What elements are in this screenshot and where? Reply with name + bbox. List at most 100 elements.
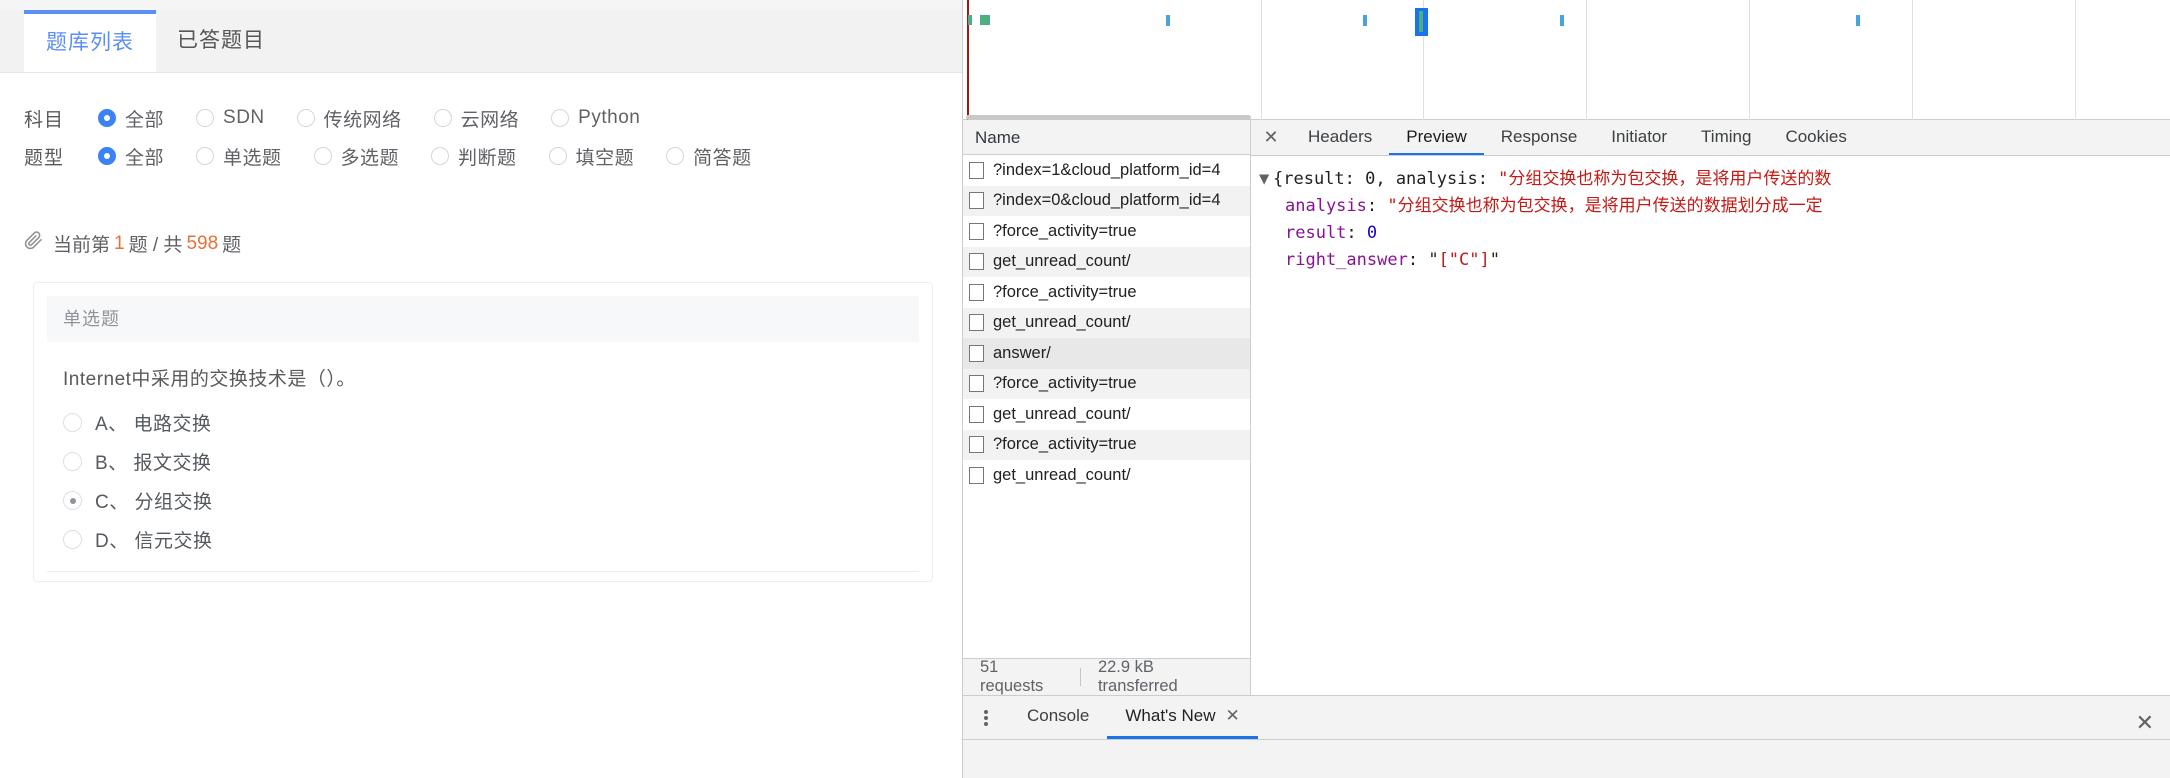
- detail-tab-bar: ✕ Headers Preview Response Initiator Tim…: [1251, 120, 2170, 156]
- radio-type-fill-blank[interactable]: 填空题: [548, 143, 635, 170]
- tab-timing[interactable]: Timing: [1684, 120, 1768, 155]
- radio-label: 单选题: [223, 147, 282, 169]
- tab-console[interactable]: Console: [1009, 696, 1107, 739]
- radio-subject-all[interactable]: 全部: [98, 105, 164, 132]
- checkbox-icon[interactable]: [969, 192, 984, 210]
- checkbox-icon[interactable]: [969, 436, 984, 454]
- tab-headers[interactable]: Headers: [1291, 120, 1389, 155]
- json-value: "分组交换也称为包交换，是将用户传送的数据划分成一定: [1387, 195, 1823, 216]
- option-a[interactable]: A、 电路交换: [63, 403, 932, 442]
- network-column-header-name[interactable]: Name: [963, 120, 1250, 155]
- chevron-down-icon[interactable]: ▼: [1259, 166, 1273, 193]
- checkbox-icon[interactable]: [969, 253, 984, 271]
- radio-label: Python: [578, 107, 641, 128]
- radio-icon: [196, 109, 215, 127]
- request-name: answer/: [993, 343, 1051, 362]
- radio-label: 传统网络: [323, 109, 402, 131]
- tab-preview[interactable]: Preview: [1389, 120, 1484, 155]
- option-label: D、 信元交换: [95, 531, 213, 552]
- table-row[interactable]: ?index=0&cloud_platform_id=4: [963, 185, 1250, 216]
- radio-subject-traditional-network[interactable]: 传统网络: [296, 105, 402, 132]
- devtools-close-icon[interactable]: ✕: [2136, 712, 2154, 734]
- option-d[interactable]: D、 信元交换: [63, 520, 932, 559]
- checkbox-icon[interactable]: [969, 222, 984, 240]
- timeline-gridline: [1749, 0, 1750, 120]
- request-name: get_unread_count/: [993, 252, 1131, 271]
- json-root-line[interactable]: ▼ {result: 0, analysis: "分组交换也称为包交换，是将用户传…: [1259, 166, 2170, 193]
- card-divider: [47, 571, 919, 572]
- tab-cookies[interactable]: Cookies: [1768, 120, 1863, 155]
- json-property-result: result: 0: [1285, 222, 1378, 243]
- tab-initiator[interactable]: Initiator: [1594, 120, 1684, 155]
- transferred-size: 22.9 kB transferred: [1097, 658, 1178, 695]
- json-key: analysis: [1285, 195, 1367, 216]
- radio-label: 判断题: [458, 147, 517, 169]
- option-b[interactable]: B、 报文交换: [63, 442, 932, 481]
- more-vertical-icon[interactable]: [963, 696, 1009, 739]
- filter-label-subject: 科目: [24, 109, 65, 131]
- radio-icon: [551, 109, 570, 127]
- network-request-list: Name ?index=1&cloud_platform_id=4 ?index…: [963, 120, 1251, 695]
- checkbox-icon[interactable]: [969, 344, 984, 362]
- tab-whats-new[interactable]: What's New ✕: [1107, 696, 1258, 739]
- timeline-gridline: [2075, 0, 2076, 120]
- table-row[interactable]: ?force_activity=true: [963, 216, 1250, 247]
- table-row[interactable]: ?force_activity=true: [963, 368, 1250, 399]
- table-row[interactable]: get_unread_count/: [963, 246, 1250, 277]
- table-row[interactable]: get_unread_count/: [963, 460, 1250, 491]
- radio-label: 全部: [125, 147, 165, 169]
- radio-type-single-choice[interactable]: 单选题: [196, 143, 282, 170]
- table-row[interactable]: get_unread_count/: [963, 307, 1250, 338]
- json-key: right_answer: [1285, 249, 1408, 270]
- json-preview-viewer: ▼ {result: 0, analysis: "分组交换也称为包交换，是将用户传…: [1251, 156, 2170, 273]
- timeline-request-bar: [968, 15, 972, 25]
- radio-label: SDN: [223, 107, 265, 128]
- table-row-selected[interactable]: answer/: [963, 338, 1250, 369]
- tab-question-bank[interactable]: 题库列表: [24, 10, 156, 72]
- close-icon[interactable]: ✕: [1251, 120, 1291, 155]
- json-property-analysis: analysis: "分组交换也称为包交换，是将用户传送的数据划分成一定: [1285, 195, 1823, 216]
- radio-icon: [313, 147, 332, 165]
- question-type-label: 单选题: [47, 296, 919, 342]
- checkbox-icon[interactable]: [969, 283, 984, 301]
- radio-type-true-false[interactable]: 判断题: [431, 143, 517, 170]
- option-c[interactable]: C、 分组交换: [63, 481, 932, 520]
- table-row[interactable]: ?index=1&cloud_platform_id=4: [963, 155, 1250, 186]
- paperclip-icon: [24, 231, 43, 256]
- timeline-gridline: [1586, 0, 1587, 120]
- checkbox-icon[interactable]: [969, 161, 984, 179]
- radio-subject-cloud-network[interactable]: 云网络: [433, 105, 520, 132]
- radio-label: 云网络: [460, 109, 520, 131]
- progress-suffix: 题: [222, 235, 242, 256]
- radio-label: 简答题: [693, 147, 752, 169]
- tab-answered-questions[interactable]: 已答题目: [155, 10, 287, 72]
- checkbox-icon[interactable]: [969, 314, 984, 332]
- radio-icon: [63, 530, 82, 549]
- request-name: get_unread_count/: [993, 465, 1131, 484]
- table-row[interactable]: ?force_activity=true: [963, 277, 1250, 308]
- progress-prefix: 当前第: [53, 235, 111, 256]
- radio-type-short-answer[interactable]: 简答题: [666, 143, 752, 170]
- radio-label: 填空题: [575, 147, 635, 169]
- table-row[interactable]: get_unread_count/: [963, 399, 1250, 430]
- radio-type-multiple-choice[interactable]: 多选题: [313, 143, 400, 170]
- timeline-gridline: [1912, 0, 1913, 120]
- radio-subject-sdn[interactable]: SDN: [196, 107, 265, 129]
- table-row[interactable]: ?force_activity=true: [963, 429, 1250, 460]
- drawer-content: [963, 740, 2170, 778]
- close-icon[interactable]: ✕: [1226, 706, 1240, 726]
- json-summary-value: "分组交换也称为包交换，是将用户传送的数: [1498, 169, 1832, 189]
- radio-subject-python[interactable]: Python: [551, 107, 640, 129]
- checkbox-icon[interactable]: [969, 375, 984, 393]
- question-options: A、 电路交换 B、 报文交换 C、 分组交换 D、 信元交换: [34, 403, 932, 559]
- option-label: B、 报文交换: [95, 453, 212, 474]
- tab-response[interactable]: Response: [1484, 120, 1595, 155]
- radio-label: 全部: [125, 109, 165, 131]
- devtools-drawer: Console What's New ✕: [963, 695, 2170, 778]
- checkbox-icon[interactable]: [969, 405, 984, 423]
- radio-type-all[interactable]: 全部: [98, 143, 164, 170]
- option-label: A、 电路交换: [95, 414, 212, 435]
- network-overview-timeline[interactable]: [963, 0, 2170, 120]
- checkbox-icon[interactable]: [969, 466, 984, 484]
- request-name: get_unread_count/: [993, 313, 1131, 332]
